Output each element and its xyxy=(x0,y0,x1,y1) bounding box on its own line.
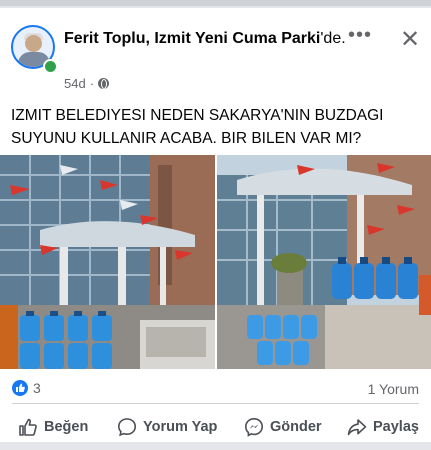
post-author-line: Ferit Toplu, Izmit Yeni Cuma Parki'de. xyxy=(64,30,346,47)
author-name-link[interactable]: Ferit Toplu xyxy=(64,30,145,47)
more-dots-icon[interactable]: ••• xyxy=(348,25,372,45)
comments-count-link[interactable]: 1 Yorum xyxy=(368,381,419,397)
like-reaction-icon xyxy=(12,380,28,396)
feed-background-bottom xyxy=(0,442,431,450)
send-button[interactable]: Gönder xyxy=(244,410,322,444)
like-button[interactable]: Beğen xyxy=(18,410,88,444)
share-button-label: Paylaş xyxy=(373,419,419,435)
post-time[interactable]: 54d xyxy=(64,76,86,91)
globe-icon xyxy=(98,78,110,89)
share-arrow-icon xyxy=(347,419,367,436)
post-meta: 54d · xyxy=(64,76,110,91)
post-card: Ferit Toplu, Izmit Yeni Cuma Parki'de. 5… xyxy=(0,8,431,442)
comment-button-label: Yorum Yap xyxy=(143,419,218,435)
comment-bubble-icon xyxy=(117,418,137,437)
location-link[interactable]: Izmit Yeni Cuma Parki xyxy=(154,30,320,47)
comment-button[interactable]: Yorum Yap xyxy=(117,410,217,444)
reactions-summary[interactable]: 3 xyxy=(12,380,41,396)
close-icon[interactable]: ✕ xyxy=(398,28,422,52)
post-actions-bar: Beğen Yorum Yap Gönder Paylaş xyxy=(0,410,431,444)
share-button[interactable]: Paylaş xyxy=(347,410,419,444)
feed-background-top xyxy=(0,0,431,6)
online-status-dot xyxy=(43,59,58,74)
like-button-label: Beğen xyxy=(44,419,89,435)
actions-divider xyxy=(12,403,419,404)
send-button-label: Gönder xyxy=(270,419,322,435)
photo-truck-right[interactable] xyxy=(217,155,431,369)
messenger-icon xyxy=(244,417,264,437)
reactions-count: 3 xyxy=(33,380,41,396)
photo-building-left[interactable] xyxy=(0,155,215,369)
post-text: IZMIT BELEDIYESI NEDEN SAKARYA'NIN BUZDA… xyxy=(11,107,384,147)
photo-grid xyxy=(0,155,431,369)
thumbs-up-icon xyxy=(19,418,37,436)
location-suffix: 'de. xyxy=(320,30,346,47)
